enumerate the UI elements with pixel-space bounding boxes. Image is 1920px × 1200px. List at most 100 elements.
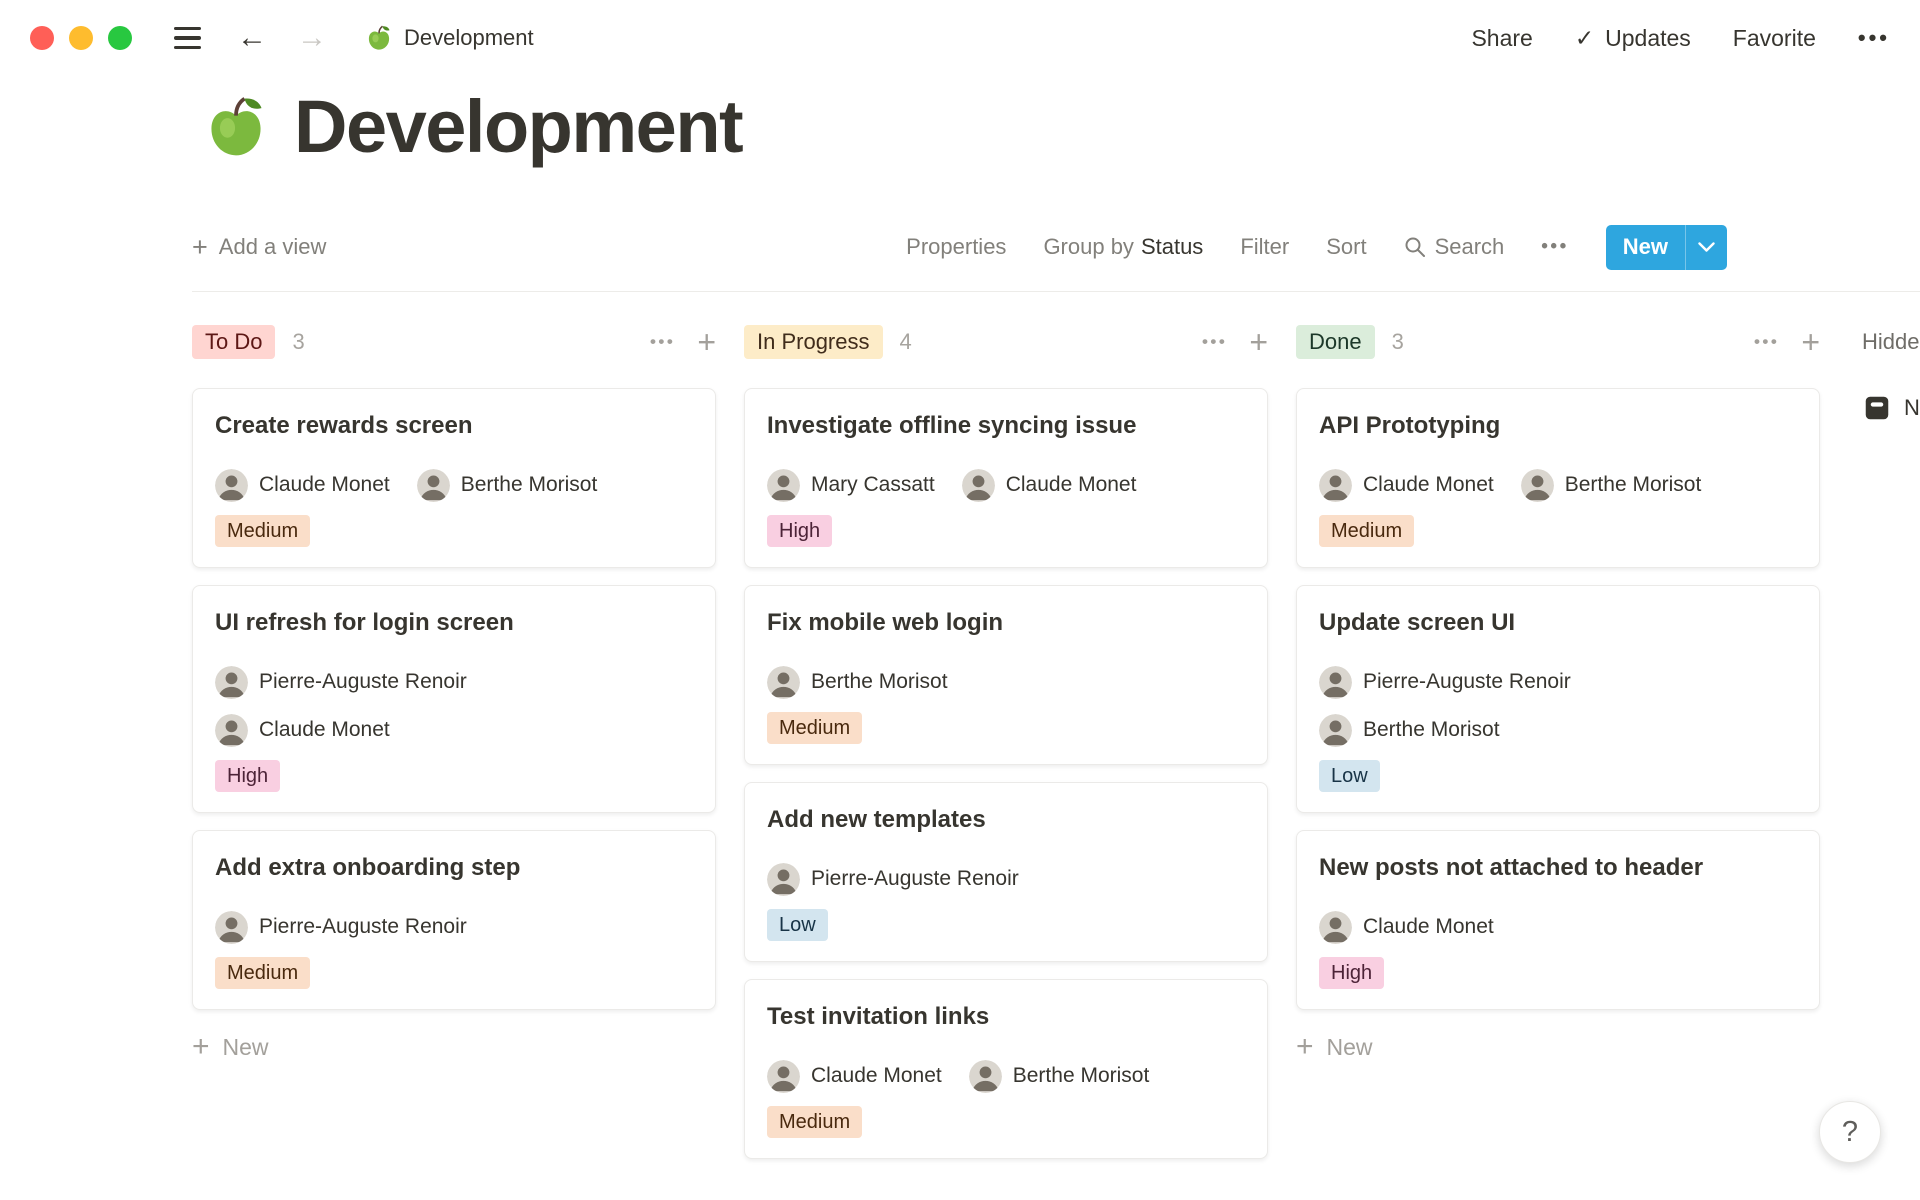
- properties-button[interactable]: Properties: [906, 234, 1006, 260]
- priority-badge: Medium: [215, 515, 310, 547]
- sidebar-toggle-icon[interactable]: [174, 27, 201, 50]
- group-by-value: Status: [1141, 234, 1203, 259]
- apple-icon-large[interactable]: [202, 93, 270, 161]
- assignee: Claude Monet: [215, 469, 390, 502]
- priority-row: High: [1319, 957, 1797, 989]
- card-title: Test invitation links: [767, 1000, 1245, 1034]
- kanban-card[interactable]: API PrototypingClaude MonetBerthe Moriso…: [1296, 388, 1820, 568]
- assignee-rows: Pierre-Auguste Renoir: [215, 907, 693, 947]
- avatar-berthe-morisot: [1521, 469, 1554, 502]
- board-column-done: Done3•••+API PrototypingClaude MonetBert…: [1296, 322, 1820, 1176]
- priority-row: Medium: [767, 712, 1245, 744]
- column-more-icon[interactable]: •••: [1202, 332, 1227, 352]
- avatar-berthe-morisot: [767, 666, 800, 699]
- assignee: Pierre-Auguste Renoir: [215, 911, 467, 944]
- assignee-row: Pierre-Auguste Renoir: [1319, 662, 1797, 702]
- assignee: Pierre-Auguste Renoir: [215, 666, 467, 699]
- check-icon: ✓: [1575, 25, 1594, 52]
- updates-button[interactable]: ✓ Updates: [1575, 25, 1691, 52]
- new-button-label: New: [1606, 234, 1685, 260]
- new-card-button[interactable]: +New: [1296, 1027, 1820, 1067]
- favorite-button[interactable]: Favorite: [1733, 25, 1816, 52]
- avatar-claude-monet: [1319, 469, 1352, 502]
- topbar-actions: Share ✓ Updates Favorite •••: [1471, 25, 1890, 52]
- topbar-doc-title: Development: [404, 25, 534, 51]
- kanban-card[interactable]: Fix mobile web login Berthe Morisot Medium: [744, 585, 1268, 765]
- assignee-name: Berthe Morisot: [1565, 473, 1702, 497]
- column-status-badge: To Do: [192, 325, 275, 359]
- assignee: Berthe Morisot: [767, 666, 948, 699]
- assignee: Claude Monet: [215, 714, 390, 747]
- kanban-card[interactable]: Update screen UIPierre-Auguste RenoirBer…: [1296, 585, 1820, 813]
- zoom-window-button[interactable]: [108, 26, 132, 50]
- close-window-button[interactable]: [30, 26, 54, 50]
- column-add-icon[interactable]: +: [1801, 326, 1820, 358]
- assignee-rows: Pierre-Auguste Renoir Claude Monet: [215, 662, 693, 750]
- priority-badge: Medium: [1319, 515, 1414, 547]
- assignee-row: Claude MonetBerthe Morisot: [1319, 465, 1797, 505]
- app-window: ← → Development Share ✓ Updates Favorite…: [0, 0, 1920, 1200]
- hidden-columns-label: Hidden: [1862, 322, 1920, 362]
- card-title: Fix mobile web login: [767, 606, 1245, 640]
- toolbar-controls: Properties Group by Status Filter Sort Se…: [906, 225, 1727, 270]
- avatar-mary-cassatt: [767, 469, 800, 502]
- group-by-button[interactable]: Group by Status: [1043, 234, 1203, 260]
- column-more-icon[interactable]: •••: [650, 332, 675, 352]
- new-button[interactable]: New: [1606, 225, 1727, 270]
- priority-badge: High: [1319, 957, 1384, 989]
- kanban-card[interactable]: Investigate offline syncing issue Mary Ca…: [744, 388, 1268, 568]
- column-add-icon[interactable]: +: [697, 326, 716, 358]
- new-card-label: New: [1327, 1034, 1373, 1061]
- toolbar-divider: [192, 291, 1920, 292]
- assignee-rows: Mary CassattClaude Monet: [767, 465, 1245, 505]
- assignee-rows: Claude Monet Berthe Morisot: [215, 465, 693, 505]
- assignee-name: Berthe Morisot: [1363, 718, 1500, 742]
- new-card-button[interactable]: +New: [192, 1027, 716, 1067]
- assignee-name: Berthe Morisot: [1013, 1064, 1150, 1088]
- card-title: New posts not attached to header: [1319, 851, 1797, 885]
- kanban-card[interactable]: Add extra onboarding stepPierre-Auguste …: [192, 830, 716, 1010]
- assignee: Mary Cassatt: [767, 469, 935, 502]
- toolbar-more-icon[interactable]: •••: [1541, 236, 1568, 258]
- help-button[interactable]: ?: [1819, 1101, 1881, 1163]
- breadcrumb-doc[interactable]: Development: [365, 24, 534, 52]
- kanban-card[interactable]: UI refresh for login screenPierre-August…: [192, 585, 716, 813]
- assignee-row: Berthe Morisot: [767, 662, 1245, 702]
- kanban-card[interactable]: Create rewards screenClaude MonetBerthe …: [192, 388, 716, 568]
- priority-badge: Medium: [767, 712, 862, 744]
- search-button[interactable]: Search: [1404, 234, 1505, 260]
- assignee-name: Berthe Morisot: [461, 473, 598, 497]
- card-title: Investigate offline syncing issue: [767, 409, 1245, 443]
- forward-button[interactable]: →: [297, 23, 327, 53]
- sort-button[interactable]: Sort: [1326, 234, 1366, 260]
- add-view-button[interactable]: + Add a view: [192, 234, 326, 261]
- filter-button[interactable]: Filter: [1240, 234, 1289, 260]
- assignee-name: Claude Monet: [811, 1064, 942, 1088]
- minimize-window-button[interactable]: [69, 26, 93, 50]
- kanban-card[interactable]: Add new templatesPierre-Auguste RenoirLo…: [744, 782, 1268, 962]
- group-by-label: Group by: [1043, 234, 1134, 259]
- window-controls: [30, 26, 132, 50]
- avatar-claude-monet: [215, 714, 248, 747]
- updates-label: Updates: [1605, 25, 1691, 52]
- column-status-badge: Done: [1296, 325, 1375, 359]
- priority-row: Medium: [1319, 515, 1797, 547]
- column-header: To Do3•••+: [192, 322, 716, 362]
- board-column-to-do: To Do3•••+Create rewards screenClaude Mo…: [192, 322, 716, 1176]
- kanban-card[interactable]: Test invitation links Claude Monet Berthe …: [744, 979, 1268, 1159]
- kanban-card[interactable]: New posts not attached to headerClaude M…: [1296, 830, 1820, 1010]
- more-options-icon[interactable]: •••: [1858, 25, 1890, 51]
- column-add-icon[interactable]: +: [1249, 326, 1268, 358]
- apple-icon: [365, 24, 393, 52]
- column-more-icon[interactable]: •••: [1754, 332, 1779, 352]
- priority-badge: Low: [1319, 760, 1380, 792]
- back-button[interactable]: ←: [237, 23, 267, 53]
- hidden-group-item[interactable]: N: [1862, 393, 1920, 423]
- avatar-pierre-auguste-renoir: [1319, 666, 1352, 699]
- priority-row: Low: [767, 909, 1245, 941]
- chevron-down-icon[interactable]: [1686, 242, 1727, 253]
- assignee-name: Mary Cassatt: [811, 473, 935, 497]
- avatar-berthe-morisot: [969, 1060, 1002, 1093]
- share-button[interactable]: Share: [1471, 25, 1532, 52]
- avatar-claude-monet: [215, 469, 248, 502]
